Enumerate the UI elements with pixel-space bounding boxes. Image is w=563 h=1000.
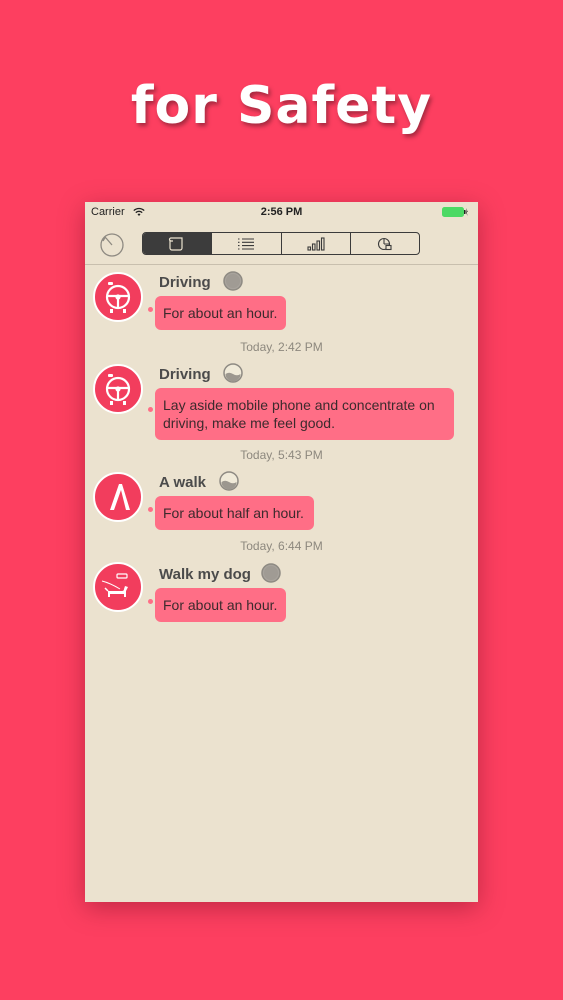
message-bubble: Lay aside mobile phone and concentrate o…	[155, 388, 454, 440]
tab-list[interactable]	[212, 233, 282, 254]
status-bar: Carrier 2:56 PM	[85, 202, 478, 222]
empty-circle-indicator	[261, 563, 281, 583]
activity-title: Driving	[159, 274, 211, 291]
activity-avatar	[93, 472, 143, 522]
tab-bar-chart[interactable]	[282, 233, 351, 254]
tab-journal[interactable]	[143, 233, 213, 254]
bubble-pointer	[148, 599, 153, 604]
phone-screen: Carrier 2:56 PM Driving For about an hou…	[85, 202, 478, 902]
activity-title: A walk	[159, 474, 206, 491]
dog-walk-icon	[101, 573, 128, 597]
pie-chart-icon	[377, 237, 392, 250]
view-switcher	[142, 232, 420, 255]
activity-avatar	[93, 272, 143, 322]
bar-chart-icon	[307, 236, 325, 251]
half-filled-indicator	[223, 363, 243, 383]
message-bubble: For about an hour.	[155, 296, 286, 330]
status-time: 2:56 PM	[260, 206, 303, 218]
empty-circle-indicator	[223, 271, 243, 291]
tab-pie-chart[interactable]	[351, 233, 419, 254]
activity-title: Driving	[159, 366, 211, 383]
nav-bar	[85, 224, 478, 265]
steering-wheel-icon	[105, 374, 131, 405]
message-bubble: For about an hour.	[155, 588, 286, 622]
activity-avatar	[93, 562, 143, 612]
bubble-pointer	[148, 507, 153, 512]
journal-icon	[169, 236, 183, 251]
steering-wheel-icon	[105, 282, 131, 313]
headline: for Safety	[130, 76, 433, 136]
timer-icon[interactable]	[99, 232, 125, 258]
bubble-pointer	[148, 407, 153, 412]
activity-avatar	[93, 364, 143, 414]
battery-icon	[442, 207, 468, 217]
activity-title: Walk my dog	[159, 566, 251, 583]
walking-icon	[110, 484, 130, 510]
message-bubble: For about half an hour.	[155, 496, 314, 530]
entry-timestamp: Today, 2:42 PM	[240, 340, 323, 354]
entry-timestamp: Today, 5:43 PM	[240, 448, 323, 462]
list-icon	[238, 237, 255, 250]
entry-timestamp: Today, 6:44 PM	[240, 539, 323, 553]
half-filled-indicator	[219, 471, 239, 491]
bubble-pointer	[148, 307, 153, 312]
